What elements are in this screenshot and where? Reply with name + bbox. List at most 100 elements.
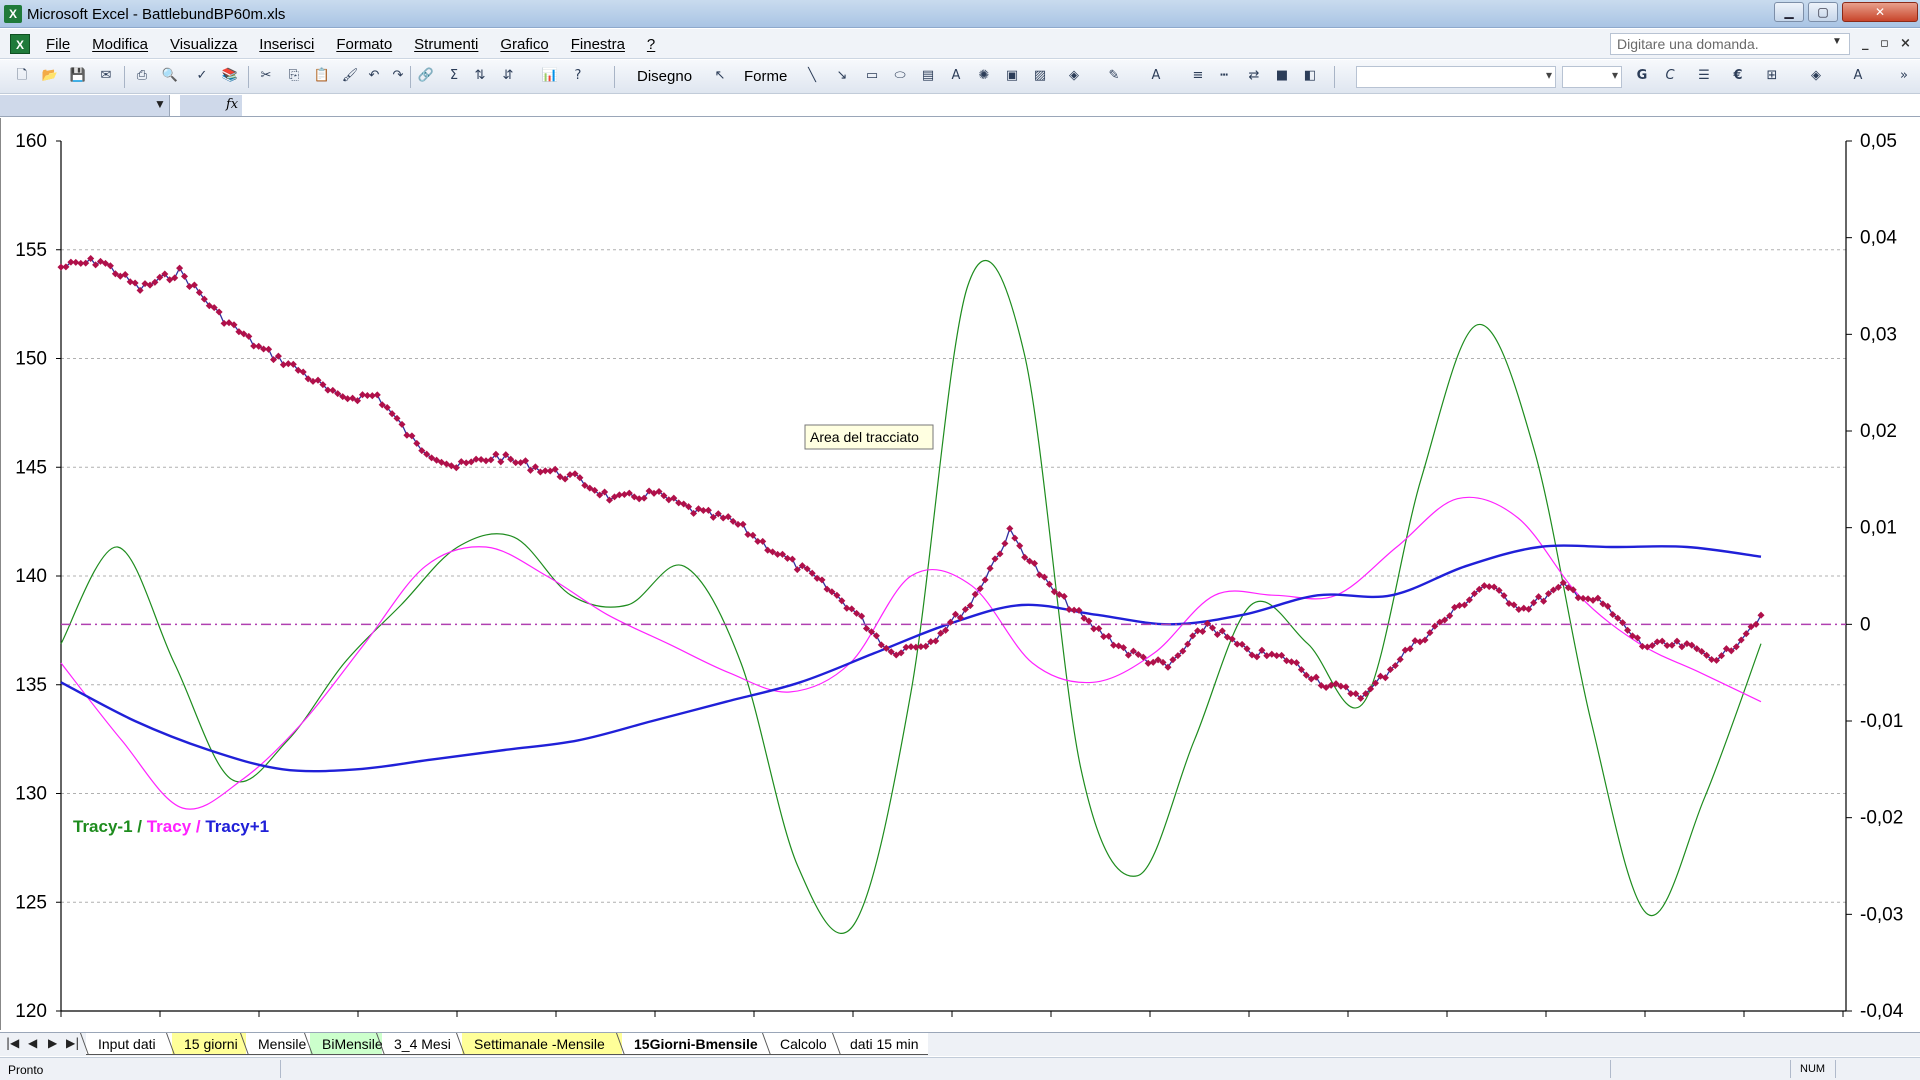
price-marker[interactable] [176,264,184,272]
research-icon[interactable]: 📚 [220,66,240,86]
excel-icon[interactable]: X [4,5,22,23]
3d-style-icon[interactable]: ◧ [1300,66,1320,86]
dash-style-icon[interactable]: ┅ [1214,66,1234,86]
price-marker[interactable] [981,576,989,584]
sheet-tab-settimanale-mensile[interactable]: Settimanale -Mensile [462,1033,622,1055]
open-folder-icon[interactable]: 📂 [40,66,60,86]
diagram-icon[interactable]: ✺ [974,66,994,86]
borders-icon[interactable]: ⊞ [1762,66,1782,86]
maximize-button[interactable]: ▢ [1808,2,1838,22]
price-marker[interactable] [1006,524,1014,533]
sheet-tab-3-4-mesi[interactable]: 3_4 Mesi [382,1033,462,1055]
doc-minimize-icon[interactable]: _ [1862,36,1869,51]
sheet-tab-input-dati[interactable]: Input dati [86,1033,172,1055]
wordart-icon[interactable]: A [946,66,966,86]
toolbar-options-icon[interactable]: » [1894,66,1914,86]
workbook-icon[interactable]: X [10,34,30,54]
price-marker[interactable] [1011,534,1019,542]
autosum-icon[interactable]: Σ [444,66,464,86]
line-color-icon[interactable]: ✎ [1104,66,1124,86]
doc-restore-icon[interactable]: ▫ [1880,36,1889,51]
series-tracy-1[interactable] [60,544,1762,773]
help-icon[interactable]: ? [568,66,588,86]
line-icon[interactable]: ╲ [802,66,822,86]
close-button[interactable]: ✕ [1842,2,1918,22]
menu-strumenti[interactable]: Strumenti [414,36,478,53]
help-search-input[interactable]: Digitare una domanda. [1610,33,1850,55]
select-pointer-icon[interactable]: ↖ [710,66,730,86]
line-style-icon[interactable]: ≡ [1188,66,1208,86]
menu-grafico[interactable]: Grafico [500,36,548,53]
price-marker[interactable] [1105,632,1113,640]
rectangle-icon[interactable]: ▭ [862,66,882,86]
price-marker[interactable] [1095,624,1103,633]
print-icon[interactable]: ⎙ [132,66,152,86]
price-marker[interactable] [1406,645,1414,653]
align-icon[interactable]: ☰ [1694,66,1714,86]
price-marker[interactable] [788,555,796,563]
clipart-icon[interactable]: ▣ [1002,66,1022,86]
price-marker[interactable] [1016,542,1024,550]
price-marker[interactable] [131,279,139,287]
undo-icon[interactable]: ↶ [364,66,384,86]
price-marker[interactable] [477,455,485,464]
draw-menu-button[interactable]: Disegno [637,68,692,85]
price-marker[interactable] [739,520,747,528]
price-marker[interactable] [1199,627,1207,636]
prev-sheet-icon[interactable]: ◀ [28,1036,37,1050]
arrow-style-icon[interactable]: ⇄ [1244,66,1264,86]
insert-function-button[interactable]: fx [180,95,242,116]
price-marker[interactable] [1001,539,1009,548]
picture-icon[interactable]: ▨ [1030,66,1050,86]
menu-help[interactable]: ? [647,36,655,53]
help-dropdown-icon[interactable]: ▼ [1832,36,1842,47]
hyperlink-icon[interactable]: 🔗 [416,66,436,86]
name-box[interactable] [0,95,170,116]
sheet-tab-bimensile[interactable]: BiMensile [310,1033,383,1055]
minimize-button[interactable]: ▁ [1774,2,1804,22]
sort-desc-icon[interactable]: ⇵ [498,66,518,86]
price-marker[interactable] [932,637,940,645]
price-marker[interactable] [408,432,416,440]
price-marker[interactable] [986,564,994,572]
oval-icon[interactable]: ⬭ [890,66,910,86]
menu-formato[interactable]: Formato [336,36,392,53]
price-marker[interactable] [1401,646,1409,654]
series-tracy[interactable] [60,496,1762,810]
menu-modifica[interactable]: Modifica [92,36,148,53]
copy-icon[interactable]: ⎘ [284,66,304,86]
chart[interactable]: 160 155 150 145 140 135 130 125 120 0,05 0,04 0,03 0… [1,118,1919,1030]
fill-color-icon[interactable]: ◈ [1064,66,1084,86]
shadow-icon[interactable]: ■ [1272,66,1292,86]
doc-close-icon[interactable]: × [1900,36,1911,51]
cut-icon[interactable]: ✂ [256,66,276,86]
menu-finestra[interactable]: Finestra [571,36,625,53]
sort-icon[interactable]: ⇅ [470,66,490,86]
highlight-icon[interactable]: ◈ [1806,66,1826,86]
new-file-icon[interactable]: 🗋 [12,66,32,86]
name-box-dropdown-icon[interactable]: ▼ [154,97,166,111]
arrow-icon[interactable]: ↘ [832,66,852,86]
next-sheet-icon[interactable]: ▶ [48,1036,57,1050]
spelling-icon[interactable]: ✓ [192,66,212,86]
first-sheet-icon[interactable]: |◀ [6,1036,19,1050]
sheet-tab-15-giorni[interactable]: 15 giorni [172,1033,246,1055]
price-marker[interactable] [759,537,767,545]
euro-button[interactable]: € [1728,66,1748,86]
sheet-tab-15giorni-bmensile[interactable]: 15Giorni-Bmensile [622,1033,768,1055]
sheet-tab-dati-15-min[interactable]: dati 15 min [838,1033,928,1055]
bold-button[interactable]: G [1632,66,1652,86]
permission-icon[interactable]: ✉ [96,66,116,86]
sheet-tab-calcolo[interactable]: Calcolo [768,1033,838,1055]
sheet-tab-mensile[interactable]: Mensile [246,1033,310,1055]
shapes-menu-button[interactable]: Forme [744,68,787,85]
text-color-icon[interactable]: A [1848,66,1868,86]
italic-button[interactable]: C [1660,66,1680,86]
save-icon[interactable]: 💾 [68,66,88,86]
format-painter-icon[interactable]: 🖌 [340,66,360,86]
price-marker[interactable] [180,272,189,280]
price-markers[interactable] [57,254,1765,702]
menu-inserisci[interactable]: Inserisci [259,36,314,53]
price-marker[interactable] [265,345,273,353]
print-preview-icon[interactable]: 🔍 [160,66,180,86]
